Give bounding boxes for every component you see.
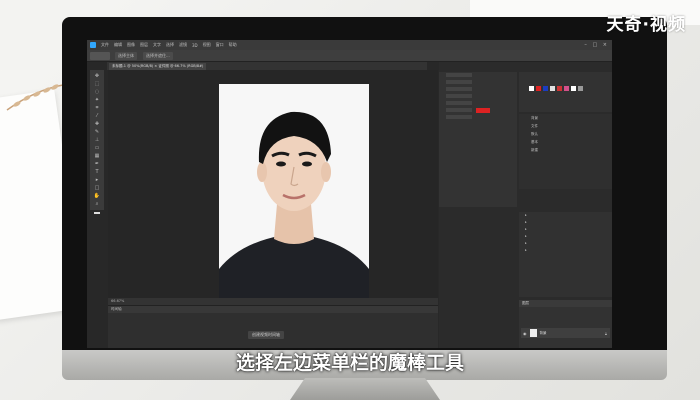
watermark-logo: 天奇·视频 [606, 15, 686, 35]
menu-window[interactable]: 窗口 [216, 42, 224, 48]
library-item[interactable]: 背景 [519, 114, 612, 122]
timeline-title: 时间轴 [108, 306, 438, 313]
swatch-pink[interactable] [564, 86, 569, 91]
vertical-scale-row[interactable] [439, 100, 517, 107]
swatch-red[interactable] [536, 86, 541, 91]
menu-bar: 文件 编辑 图像 图层 文字 选择 滤镜 3D 视图 窗口 帮助 – □ × [87, 40, 612, 50]
healing-brush-icon[interactable]: ✚ [93, 121, 101, 127]
pen-tool-icon[interactable]: ✒ [93, 161, 101, 167]
property-row[interactable]: ▸ [519, 233, 612, 240]
color-row[interactable] [439, 107, 517, 114]
select-subject-button[interactable]: 选择主体 [115, 51, 137, 60]
dried-plant-decoration [6, 84, 64, 111]
portrait-image [219, 84, 369, 309]
character-panel [439, 72, 517, 207]
swatch-white-2[interactable] [571, 86, 576, 91]
menu-filter[interactable]: 滤镜 [179, 42, 187, 48]
document-tab[interactable]: 未标题-1 @ 50%(RGB/8) × 证件照 @ 66.7% (RGB/8#… [109, 62, 207, 70]
property-row[interactable]: ▸ [519, 240, 612, 247]
photoshop-logo-icon [90, 42, 96, 48]
layers-tab[interactable]: 图层 [519, 300, 612, 307]
shape-tool-icon[interactable]: □ [93, 185, 101, 191]
swatch-red-2[interactable] [557, 86, 562, 91]
menu-view[interactable]: 视图 [203, 42, 211, 48]
photoshop-window: 文件 编辑 图像 图层 文字 选择 滤镜 3D 视图 窗口 帮助 – □ × 选… [87, 40, 612, 348]
text-color-swatch[interactable] [476, 107, 490, 113]
marquee-tool-icon[interactable]: ⬚ [93, 81, 101, 87]
status-bar: 66.67% [108, 298, 438, 305]
property-row[interactable]: ▸ [519, 226, 612, 233]
lasso-tool-icon[interactable]: ◌ [93, 89, 101, 95]
tools-panel: ✥ ⬚ ◌ ✦ ⌗ ⁄ ✚ ✎ ⊥ ▭ ▦ ✒ T ▸ □ ✋ ⌕ [90, 70, 104, 214]
timeline-panel: 时间轴 创建视频时间轴 [108, 305, 438, 348]
layer-thumbnail [529, 329, 537, 337]
visibility-eye-icon[interactable]: ◉ [523, 331, 527, 336]
eraser-tool-icon[interactable]: ▭ [93, 145, 101, 151]
property-row[interactable]: ▸ [519, 247, 612, 254]
stamp-tool-icon[interactable]: ⊥ [93, 137, 101, 143]
foreground-color-swatch[interactable] [94, 212, 100, 214]
swatches-panel [519, 72, 612, 112]
zoom-tool-icon[interactable]: ⌕ [93, 201, 101, 207]
menu-edit[interactable]: 编辑 [114, 42, 122, 48]
gradient-tool-icon[interactable]: ▦ [93, 153, 101, 159]
magic-wand-tool-icon[interactable]: ✦ [93, 97, 101, 103]
monitor-stand [290, 378, 440, 400]
layer-row[interactable]: ◉ 背景 🔒︎ [521, 328, 610, 338]
swatch-white[interactable] [529, 86, 534, 91]
swatch-light-gray[interactable] [550, 86, 555, 91]
video-subtitle: 选择左边菜单栏的魔棒工具 [235, 352, 464, 374]
font-size-row[interactable] [439, 79, 517, 86]
window-controls[interactable]: – □ × [584, 42, 609, 48]
canvas-area[interactable] [108, 70, 438, 309]
style-row[interactable] [439, 114, 517, 121]
layer-name: 背景 [539, 330, 547, 335]
tool-preset-picker[interactable] [90, 52, 110, 60]
menu-select[interactable]: 选择 [166, 42, 174, 48]
libraries-panel: 背景 文件 默认 基本 新建 [519, 114, 612, 189]
leading-row[interactable] [439, 86, 517, 93]
menu-image[interactable]: 图像 [127, 42, 135, 48]
right-panels: 背景 文件 默认 基本 新建 ▸ ▸ ▸ ▸ ▸ ▸ 图层 ◉ 背景 🔒︎ [439, 62, 612, 348]
menu-3d[interactable]: 3D [192, 43, 198, 48]
portrait-photo[interactable] [219, 84, 369, 309]
layers-panel: 图层 ◉ 背景 🔒︎ [519, 300, 612, 348]
type-tool-icon[interactable]: T [93, 169, 101, 175]
create-video-timeline-button[interactable]: 创建视频时间轴 [248, 331, 284, 339]
brush-tool-icon[interactable]: ✎ [93, 129, 101, 135]
options-bar: 选择主体 选择并遮住... [87, 50, 612, 62]
swatch-gray[interactable] [578, 86, 583, 91]
menu-type[interactable]: 文字 [153, 42, 161, 48]
font-family-row[interactable] [439, 72, 517, 79]
swatch-row [529, 86, 583, 91]
library-item[interactable]: 基本 [519, 138, 612, 146]
menu-file[interactable]: 文件 [101, 42, 109, 48]
hand-tool-icon[interactable]: ✋ [93, 193, 101, 199]
select-and-mask-button[interactable]: 选择并遮住... [143, 51, 173, 60]
eyedropper-tool-icon[interactable]: ⁄ [93, 113, 101, 119]
path-select-icon[interactable]: ▸ [93, 177, 101, 183]
properties-panel: ▸ ▸ ▸ ▸ ▸ ▸ [519, 212, 612, 297]
lock-icon: 🔒︎ [604, 330, 607, 336]
library-item[interactable]: 新建 [519, 146, 612, 154]
menu-help[interactable]: 帮助 [229, 42, 237, 48]
menu-layer[interactable]: 图层 [140, 42, 148, 48]
tracking-row[interactable] [439, 93, 517, 100]
library-item[interactable]: 默认 [519, 130, 612, 138]
library-item[interactable]: 文件 [519, 122, 612, 130]
crop-tool-icon[interactable]: ⌗ [93, 105, 101, 111]
swatch-blue[interactable] [543, 86, 548, 91]
property-row[interactable]: ▸ [519, 212, 612, 219]
document-tab-bar: 未标题-1 @ 50%(RGB/8) × 证件照 @ 66.7% (RGB/8#… [107, 62, 427, 70]
move-tool-icon[interactable]: ✥ [93, 73, 101, 79]
property-row[interactable]: ▸ [519, 219, 612, 226]
